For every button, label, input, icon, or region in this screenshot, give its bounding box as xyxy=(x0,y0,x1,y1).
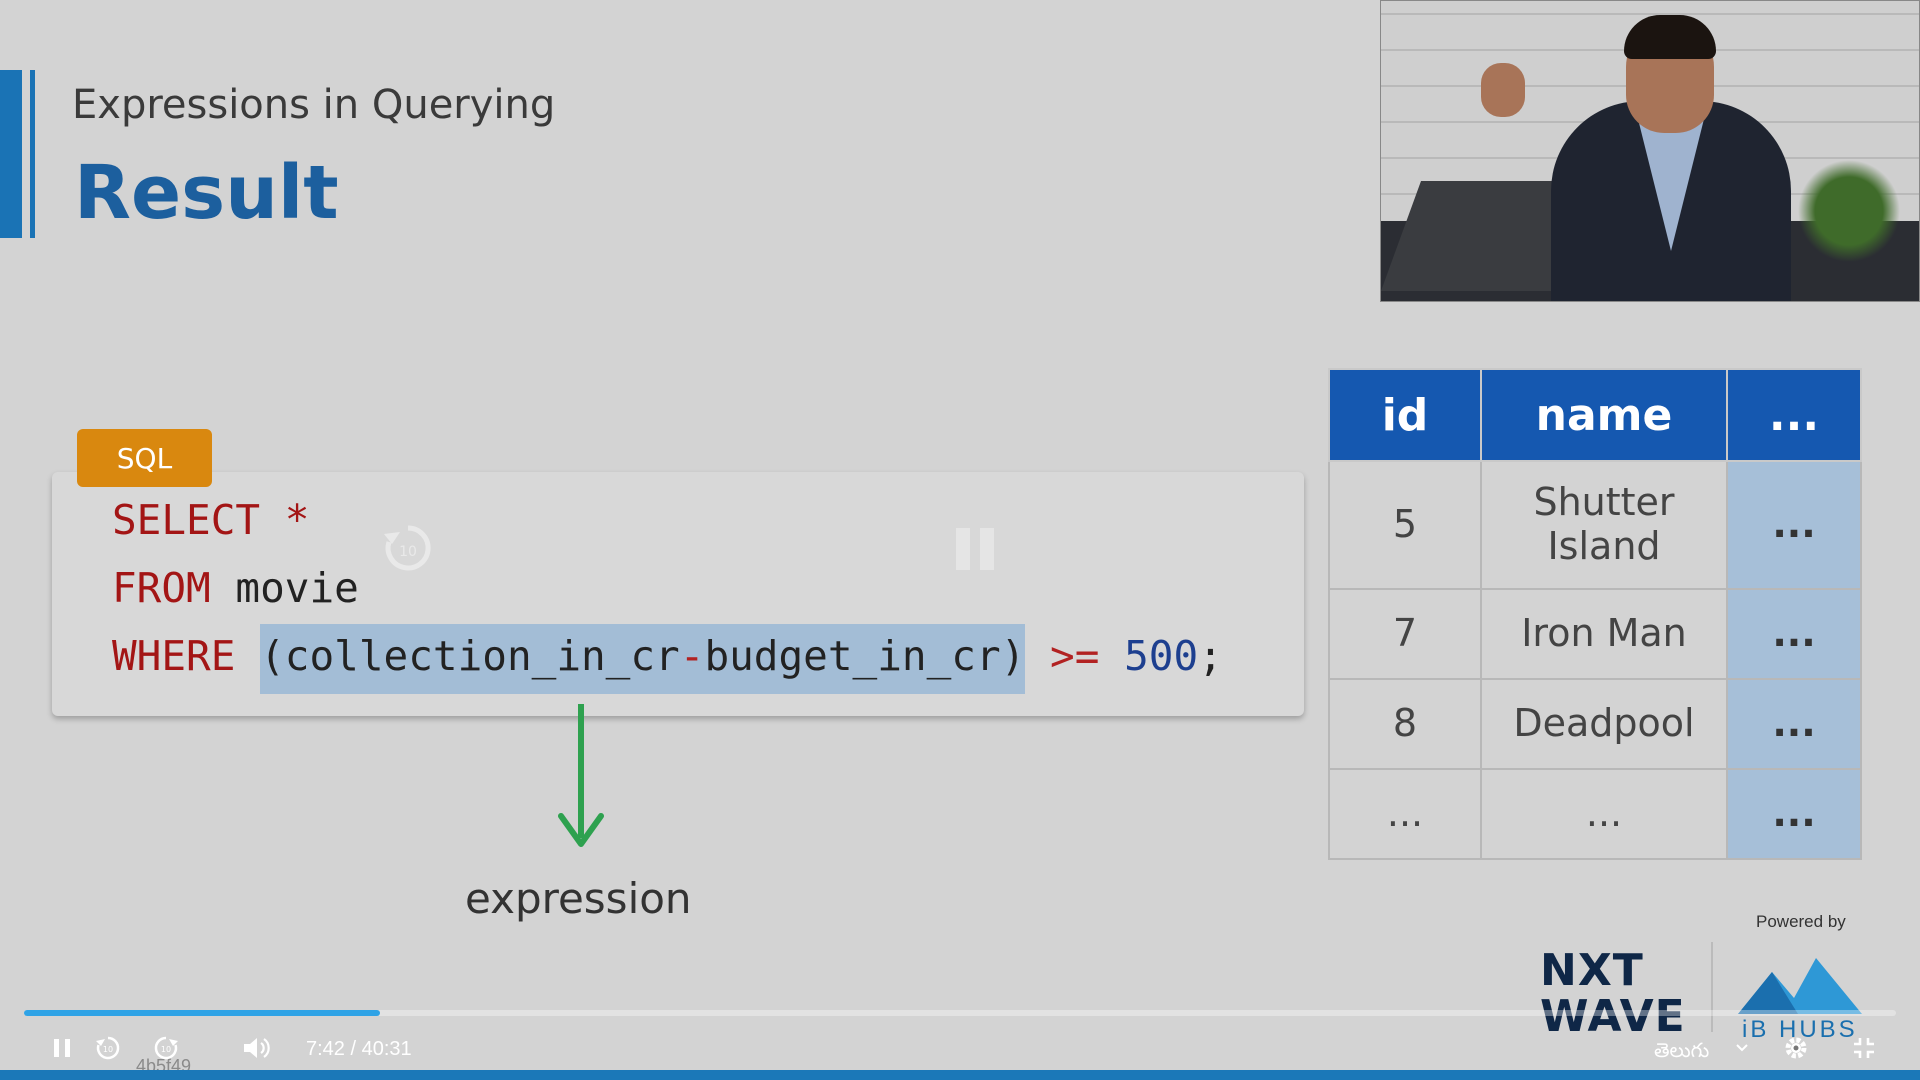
rewind-10-button[interactable]: 10 xyxy=(90,1030,126,1066)
table-cell: ... xyxy=(1726,588,1862,680)
highlighted-expression: (collection_in_cr-budget_in_cr) xyxy=(260,624,1026,694)
table-row: 8 Deadpool ... xyxy=(1328,678,1862,770)
table-cell: ... xyxy=(1480,768,1728,860)
rewind-10-icon: 10 xyxy=(96,1036,120,1060)
pause-icon xyxy=(54,1039,70,1057)
table-cell: ... xyxy=(1328,768,1482,860)
arrow-head-icon xyxy=(558,813,604,847)
expression-label: expression xyxy=(465,874,692,923)
table-cell: 8 xyxy=(1328,678,1482,770)
forward-10-icon: 10 xyxy=(154,1036,178,1060)
language-selector[interactable]: తెలుగు xyxy=(1654,1038,1709,1067)
column-header-more: ... xyxy=(1726,368,1862,462)
forward-10-button[interactable]: 10 xyxy=(148,1030,184,1066)
code-line-select: SELECT * xyxy=(112,496,310,544)
ibhubs-mountain-icon xyxy=(1738,958,1862,1014)
slide-subtitle: Expressions in Querying xyxy=(72,82,556,128)
progress-played xyxy=(24,1010,380,1016)
code-line-where: WHERE (collection_in_cr-budget_in_cr) >=… xyxy=(112,624,1223,694)
language-dropdown-chevron[interactable] xyxy=(1730,1030,1754,1066)
table-cell: Deadpool xyxy=(1480,678,1728,770)
replay-10-overlay-icon: 10 xyxy=(380,520,436,576)
bottom-strip xyxy=(0,1070,1920,1080)
exit-fullscreen-icon xyxy=(1854,1038,1874,1058)
progress-bar[interactable] xyxy=(24,1010,1896,1016)
table-cell: ... xyxy=(1726,678,1862,770)
code-line-from: FROM movie xyxy=(112,564,359,612)
powered-by-label: Powered by xyxy=(1756,912,1846,931)
sql-tag: SQL xyxy=(77,429,212,487)
result-table: id name ... 5 Shutter Island ... 7 Iron M… xyxy=(1328,368,1862,860)
svg-text:10: 10 xyxy=(103,1045,113,1054)
table-cell: Shutter Island xyxy=(1480,460,1728,590)
settings-gear-icon xyxy=(1785,1037,1807,1059)
player-controls: 10 10 xyxy=(0,1022,1920,1074)
table-cell: 5 xyxy=(1328,460,1482,590)
table-row: ... ... ... xyxy=(1328,768,1862,860)
code-block: SELECT * FROM movie WHERE (collection_in… xyxy=(52,472,1304,716)
settings-button[interactable] xyxy=(1778,1030,1814,1066)
exit-fullscreen-button[interactable] xyxy=(1846,1030,1882,1066)
table-cell: 7 xyxy=(1328,588,1482,680)
logo-divider xyxy=(1711,942,1713,1032)
slide: Expressions in Querying Result SELECT * … xyxy=(0,0,1920,1080)
chevron-down-icon xyxy=(1736,1044,1748,1052)
slide-title: Result xyxy=(74,150,339,236)
table-cell: ... xyxy=(1726,768,1862,860)
current-time: 7:42 xyxy=(306,1038,345,1060)
column-header-id: id xyxy=(1328,368,1482,462)
column-header-name: name xyxy=(1480,368,1728,462)
duration: 40:31 xyxy=(361,1038,412,1060)
table-row: 5 Shutter Island ... xyxy=(1328,460,1862,590)
instructor-video xyxy=(1380,0,1920,302)
pause-overlay-icon[interactable] xyxy=(956,528,994,570)
accent-bar-thin xyxy=(30,70,35,238)
table-row: 7 Iron Man ... xyxy=(1328,588,1862,680)
table-cell: ... xyxy=(1726,460,1862,590)
time-display: 7:42 / 40:31 xyxy=(306,1038,412,1060)
table-cell: Iron Man xyxy=(1480,588,1728,680)
svg-text:10: 10 xyxy=(161,1045,171,1054)
volume-icon xyxy=(244,1038,270,1058)
svg-text:10: 10 xyxy=(399,544,417,560)
volume-button[interactable] xyxy=(238,1030,274,1066)
pause-button[interactable] xyxy=(44,1030,80,1066)
accent-bar xyxy=(0,70,22,238)
table-header-row: id name ... xyxy=(1328,368,1862,462)
